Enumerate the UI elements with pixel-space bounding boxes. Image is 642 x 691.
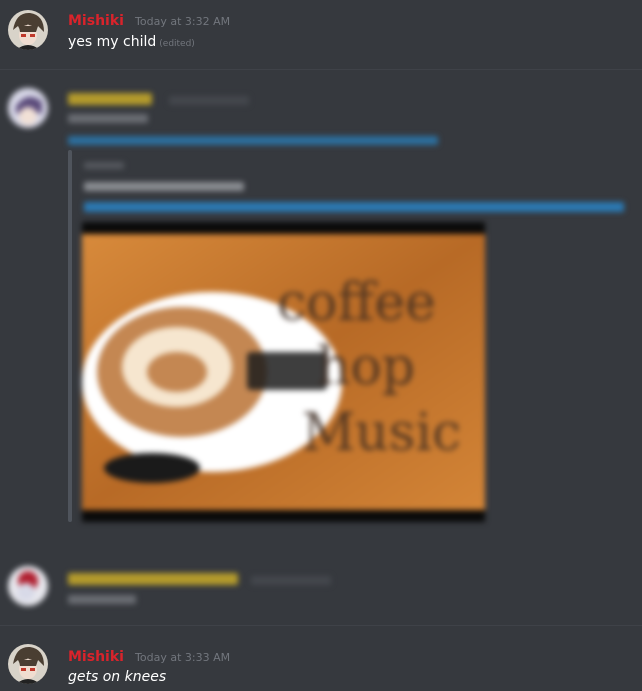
message-timestamp xyxy=(251,576,332,585)
svg-text:Music: Music xyxy=(302,403,461,463)
message-item: Mishiki Today at 3:33 AM gets on knees xyxy=(0,626,642,691)
avatar[interactable] xyxy=(8,566,48,606)
avatar[interactable] xyxy=(8,644,48,684)
message-timestamp: Today at 3:33 AM xyxy=(135,651,231,664)
message-timestamp xyxy=(169,96,250,105)
embed-provider xyxy=(84,162,124,169)
edited-label: (edited) xyxy=(159,39,195,49)
message-timestamp: Today at 3:32 AM xyxy=(135,15,231,28)
message-content xyxy=(68,595,136,604)
avatar[interactable] xyxy=(8,10,48,50)
embed-author xyxy=(84,182,244,191)
svg-text:coffee: coffee xyxy=(277,273,436,333)
embed-title-link[interactable] xyxy=(84,202,624,212)
message-link[interactable] xyxy=(68,136,438,145)
author-name[interactable] xyxy=(68,573,238,585)
message-content xyxy=(68,114,148,123)
message-content: yes my child (edited) xyxy=(68,34,195,50)
author-name[interactable] xyxy=(68,93,152,105)
message-item: Mishiki Today at 3:32 AM yes my child (ed… xyxy=(0,0,642,70)
message-text: gets on knees xyxy=(68,669,167,685)
avatar[interactable] xyxy=(8,88,48,128)
embed-accent-bar xyxy=(68,150,72,522)
message-item xyxy=(0,540,642,625)
embed-video-thumbnail[interactable]: coffee hop Music xyxy=(82,222,485,522)
author-name[interactable]: Mishiki xyxy=(68,649,124,665)
message-text: yes my child xyxy=(68,34,157,50)
svg-text:hop: hop xyxy=(317,337,415,397)
author-name[interactable]: Mishiki xyxy=(68,13,124,29)
